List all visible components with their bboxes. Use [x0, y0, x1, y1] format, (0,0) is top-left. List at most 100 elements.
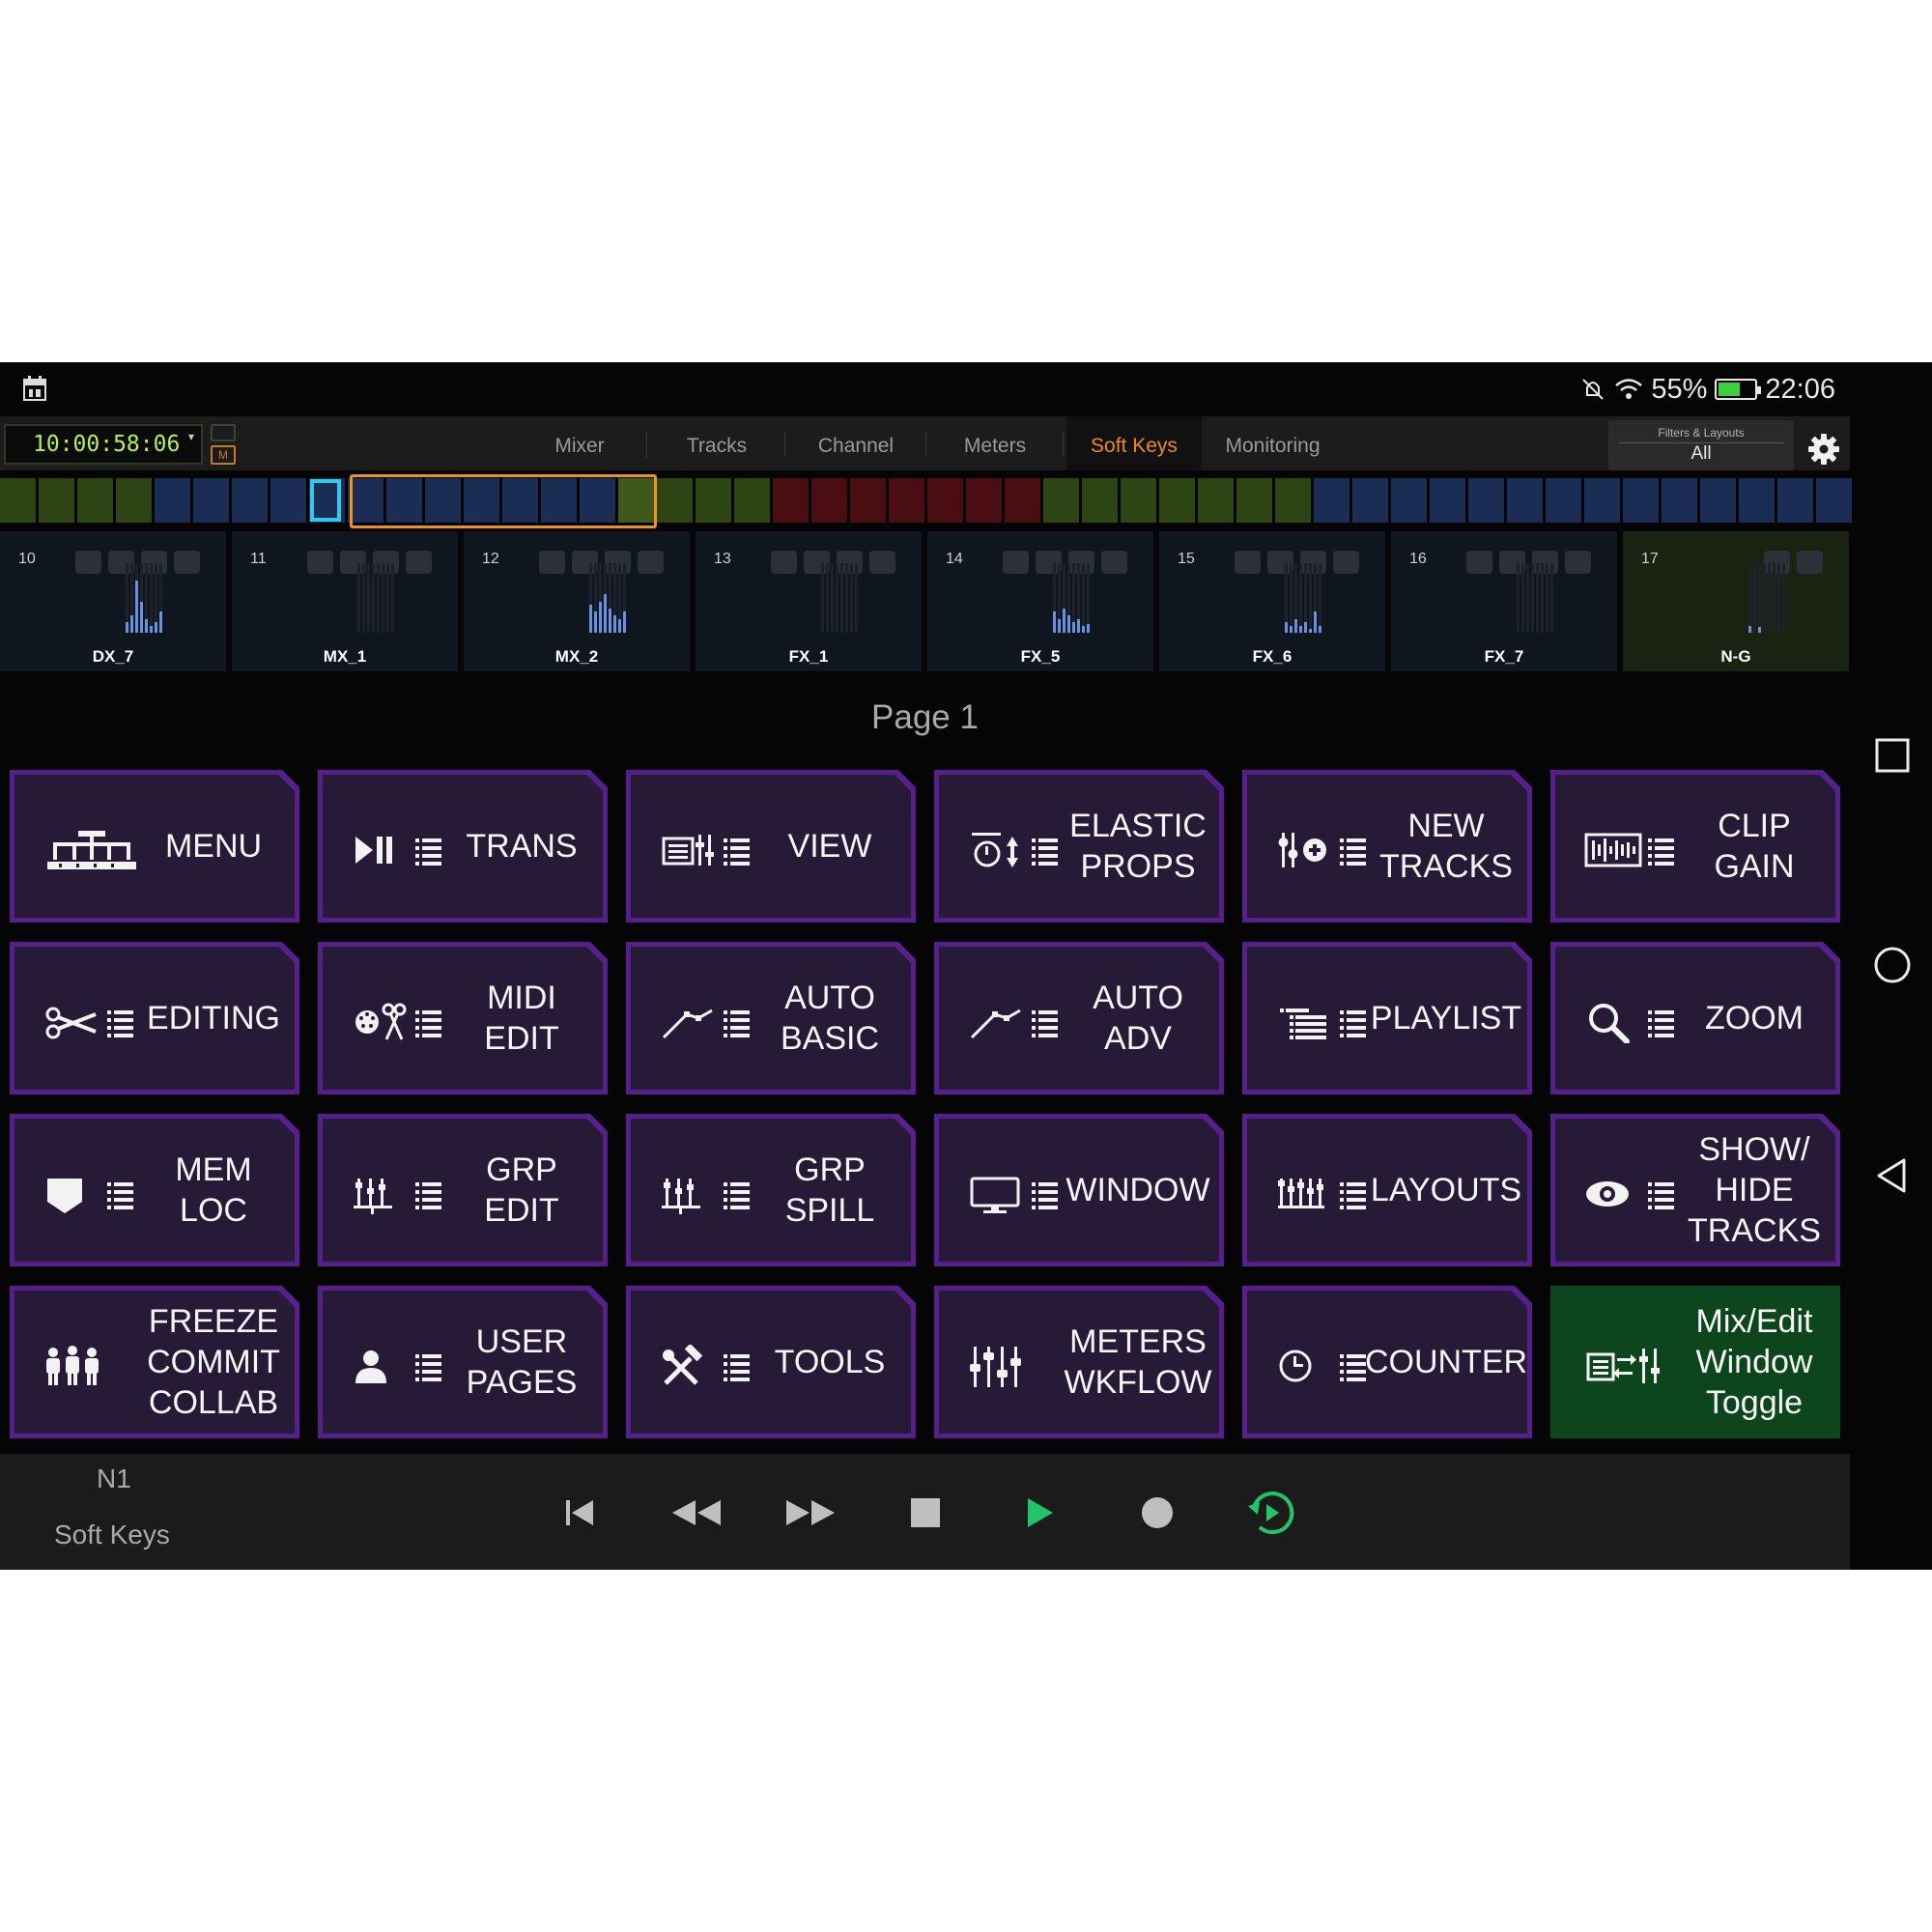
overview-cell[interactable] — [1468, 478, 1504, 523]
channel-button[interactable] — [406, 551, 432, 574]
soft-key-button[interactable]: ZOOM — [1550, 942, 1840, 1094]
overview-cell[interactable] — [657, 478, 693, 523]
overview-cell[interactable] — [1507, 478, 1543, 523]
overview-cell[interactable] — [773, 478, 809, 523]
soft-key-button[interactable]: MEM LOC — [10, 1114, 299, 1266]
overview-cell[interactable] — [1236, 478, 1272, 523]
tab-monitoring[interactable]: Monitoring — [1208, 416, 1338, 470]
soft-key-button[interactable]: CLIP GAIN — [1550, 770, 1840, 923]
tab-soft-keys[interactable]: Soft Keys — [1066, 416, 1202, 470]
channel-strip[interactable]: 12 MX_2 — [464, 531, 690, 671]
channel-strip[interactable]: 13 FX_1 — [696, 531, 922, 671]
overview-cell[interactable] — [811, 478, 847, 523]
overview-cell[interactable] — [1314, 478, 1350, 523]
bank-selection-frame[interactable] — [350, 474, 657, 528]
record-icon[interactable] — [1128, 1489, 1186, 1537]
timecode-display[interactable]: 10:00:58:06 — [4, 424, 203, 465]
soft-key-button[interactable]: USER PAGES — [318, 1286, 608, 1438]
channel-strip[interactable]: 16 FX_7 — [1391, 531, 1617, 671]
channel-button[interactable] — [1101, 551, 1127, 574]
overview-cell[interactable] — [193, 478, 229, 523]
soft-key-button[interactable]: NEW TRACKS — [1242, 770, 1532, 923]
overview-cell[interactable] — [1352, 478, 1388, 523]
overview-cell[interactable] — [1159, 478, 1195, 523]
tab-mixer[interactable]: Mixer — [522, 416, 638, 470]
fast-forward-icon[interactable] — [782, 1489, 840, 1537]
stop-icon[interactable] — [896, 1489, 954, 1537]
overview-cell[interactable] — [155, 478, 190, 523]
return-to-zero-icon[interactable] — [551, 1489, 609, 1537]
soft-key-button[interactable]: METERS WKFLOW — [934, 1286, 1224, 1438]
channel-button[interactable] — [771, 551, 797, 574]
filters-layouts-selector[interactable]: Filters & Layouts All — [1608, 420, 1794, 470]
overview-cell[interactable] — [1700, 478, 1736, 523]
soft-key-button[interactable]: AUTO BASIC — [626, 942, 916, 1094]
m-indicator[interactable]: M — [211, 445, 236, 465]
overview-cell[interactable] — [1005, 478, 1040, 523]
soft-key-button[interactable]: PLAYLIST — [1242, 942, 1532, 1094]
channel-button[interactable] — [174, 551, 200, 574]
soft-key-button[interactable]: MENU — [10, 770, 299, 923]
soft-key-button[interactable]: GRP EDIT — [318, 1114, 608, 1266]
overview-cell[interactable] — [77, 478, 113, 523]
soft-key-button[interactable]: AUTO ADV — [934, 942, 1224, 1094]
overview-cell[interactable] — [734, 478, 770, 523]
overview-cell[interactable] — [889, 478, 924, 523]
channel-button[interactable] — [1797, 551, 1823, 574]
overview-cell[interactable] — [270, 478, 306, 523]
soft-key-button[interactable]: GRP SPILL — [626, 1114, 916, 1266]
overview-cell[interactable] — [1430, 478, 1465, 523]
overview-cell[interactable] — [116, 478, 152, 523]
soft-key-button[interactable]: LAYOUTS — [1242, 1114, 1532, 1266]
channel-strip[interactable]: 17 N-G — [1623, 531, 1849, 671]
play-icon[interactable] — [1010, 1489, 1068, 1537]
channel-button[interactable] — [539, 551, 565, 574]
track-overview-strip[interactable] — [0, 470, 1852, 528]
channel-button[interactable] — [869, 551, 895, 574]
soft-key-button[interactable]: FREEZE COMMIT COLLAB — [10, 1286, 299, 1438]
soft-key-button[interactable]: ELASTIC PROPS — [934, 770, 1224, 923]
overview-cell[interactable] — [232, 478, 268, 523]
overview-cell[interactable] — [1082, 478, 1118, 523]
channel-button[interactable] — [638, 551, 664, 574]
soft-key-button[interactable]: SHOW/ HIDE TRACKS — [1550, 1114, 1840, 1266]
timecode-dropdown-icon[interactable]: ▾ — [188, 430, 194, 443]
overview-cell[interactable] — [1546, 478, 1581, 523]
overview-cell[interactable] — [1623, 478, 1659, 523]
overview-cell[interactable] — [39, 478, 74, 523]
channel-strip[interactable]: 14 FX_5 — [927, 531, 1153, 671]
overview-cell[interactable] — [1662, 478, 1697, 523]
channel-strip[interactable]: 15 FX_6 — [1159, 531, 1385, 671]
overview-cell[interactable] — [696, 478, 731, 523]
channel-button[interactable] — [307, 551, 333, 574]
back-nav-icon[interactable] — [1871, 1154, 1914, 1197]
soft-key-button[interactable]: VIEW — [626, 770, 916, 923]
soft-key-button[interactable]: Mix/Edit Window Toggle — [1550, 1286, 1840, 1438]
channel-button[interactable] — [1235, 551, 1261, 574]
channel-strip[interactable]: 11 MX_1 — [232, 531, 458, 671]
tab-channel[interactable]: Channel — [798, 416, 914, 470]
tab-meters[interactable]: Meters — [937, 416, 1053, 470]
rewind-icon[interactable] — [667, 1489, 724, 1537]
home-nav-icon[interactable] — [1871, 944, 1914, 986]
soft-key-button[interactable]: TOOLS — [626, 1286, 916, 1438]
soft-key-button[interactable]: EDITING — [10, 942, 299, 1094]
overview-cell[interactable] — [1043, 478, 1079, 523]
channel-button[interactable] — [1565, 551, 1591, 574]
overview-cell[interactable] — [1198, 478, 1234, 523]
loop-play-icon[interactable] — [1242, 1489, 1300, 1537]
overview-cell[interactable] — [1777, 478, 1813, 523]
tab-tracks[interactable]: Tracks — [659, 416, 775, 470]
overview-cell[interactable] — [1391, 478, 1427, 523]
soft-key-button[interactable]: TRANS — [318, 770, 608, 923]
soft-key-button[interactable]: WINDOW — [934, 1114, 1224, 1266]
channel-button[interactable] — [1466, 551, 1492, 574]
overview-cell[interactable] — [1121, 478, 1156, 523]
overview-cell[interactable] — [1275, 478, 1311, 523]
overview-cell[interactable] — [1816, 478, 1852, 523]
channel-button[interactable] — [1333, 551, 1359, 574]
channel-button[interactable] — [75, 551, 101, 574]
channel-button[interactable] — [1003, 551, 1029, 574]
overview-cell[interactable] — [1739, 478, 1775, 523]
soft-key-button[interactable]: COUNTER — [1242, 1286, 1532, 1438]
